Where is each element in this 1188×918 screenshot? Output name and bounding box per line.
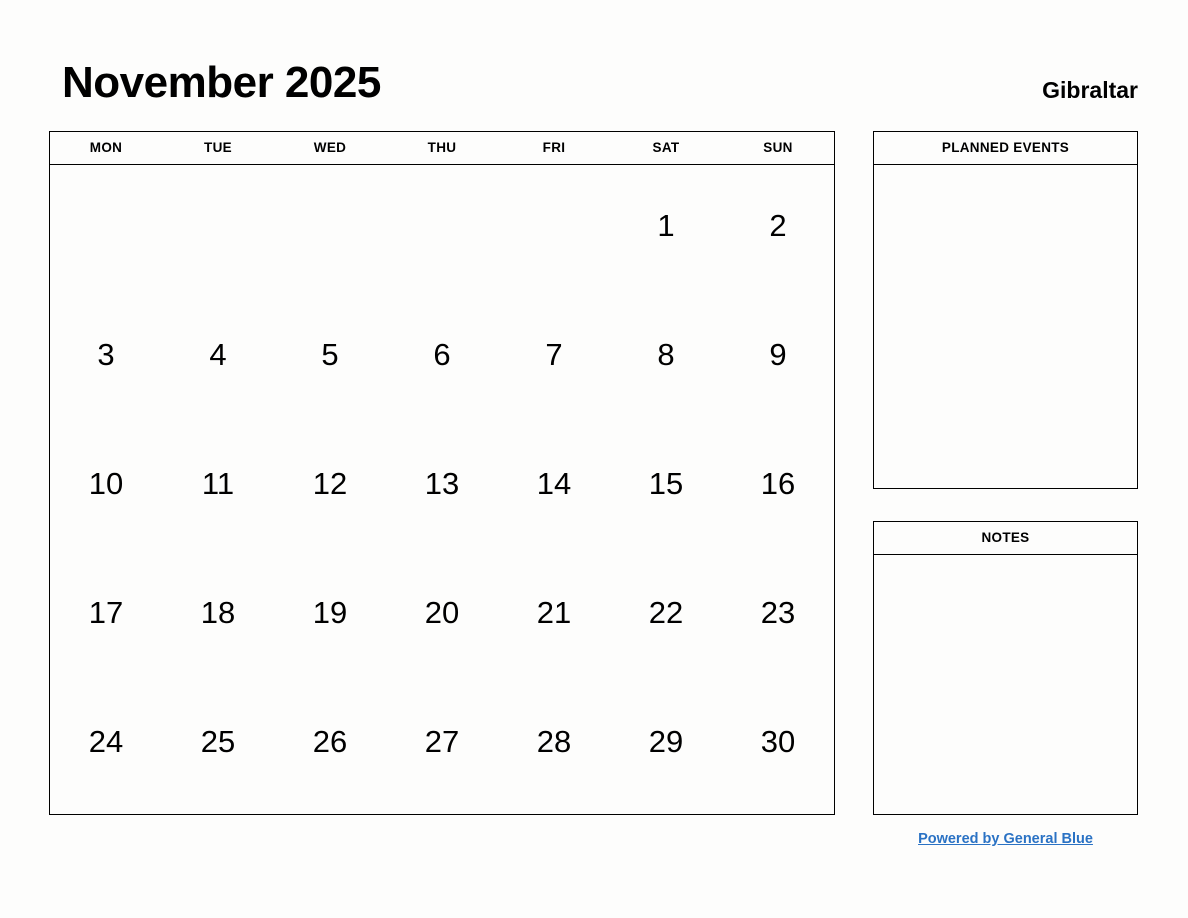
day-cell[interactable] xyxy=(162,165,274,294)
notes-title: NOTES xyxy=(874,522,1137,555)
day-cell[interactable]: 8 xyxy=(610,294,722,423)
day-number: 27 xyxy=(424,724,460,759)
day-number: 28 xyxy=(536,724,572,759)
calendar-week-row: 1 2 xyxy=(50,165,834,294)
day-cell[interactable]: 12 xyxy=(274,423,386,552)
page-title: November 2025 xyxy=(62,58,381,107)
day-number: 20 xyxy=(424,595,460,630)
powered-by-link[interactable]: Powered by General Blue xyxy=(918,831,1093,847)
day-number: 25 xyxy=(200,724,236,759)
day-number: 10 xyxy=(88,466,124,501)
day-number: 3 xyxy=(97,337,115,372)
weekday-header-tue: TUE xyxy=(204,140,232,155)
weekday-header-row: MON TUE WED THU FRI SAT SUN xyxy=(50,132,834,165)
calendar-week-row: 17 18 19 20 21 22 23 xyxy=(50,552,834,681)
day-number: 6 xyxy=(433,337,451,372)
weekday-header-sun: SUN xyxy=(763,140,793,155)
day-number: 1 xyxy=(657,208,675,243)
planned-events-title: PLANNED EVENTS xyxy=(874,132,1137,165)
day-cell[interactable] xyxy=(498,165,610,294)
notes-panel: NOTES xyxy=(873,521,1138,815)
day-cell[interactable]: 21 xyxy=(498,552,610,681)
day-number: 4 xyxy=(209,337,227,372)
day-number: 26 xyxy=(312,724,348,759)
planned-events-body[interactable] xyxy=(874,165,1137,488)
planned-events-panel: PLANNED EVENTS xyxy=(873,131,1138,489)
day-cell[interactable]: 10 xyxy=(50,423,162,552)
day-number: 2 xyxy=(769,208,787,243)
day-cell[interactable]: 3 xyxy=(50,294,162,423)
day-cell[interactable]: 14 xyxy=(498,423,610,552)
day-number: 9 xyxy=(769,337,787,372)
day-cell[interactable]: 27 xyxy=(386,681,498,810)
day-cell[interactable]: 6 xyxy=(386,294,498,423)
day-cell[interactable]: 17 xyxy=(50,552,162,681)
day-cell[interactable]: 19 xyxy=(274,552,386,681)
calendar-week-row: 10 11 12 13 14 15 16 xyxy=(50,423,834,552)
calendar-week-row: 24 25 26 27 28 29 30 xyxy=(50,681,834,810)
day-cell[interactable] xyxy=(274,165,386,294)
region-label: Gibraltar xyxy=(1042,77,1138,103)
day-number: 23 xyxy=(760,595,796,630)
day-number: 12 xyxy=(312,466,348,501)
day-cell[interactable]: 23 xyxy=(722,552,834,681)
weekday-header-mon: MON xyxy=(89,140,123,155)
day-cell[interactable]: 5 xyxy=(274,294,386,423)
day-cell[interactable] xyxy=(50,165,162,294)
day-number: 29 xyxy=(648,724,684,759)
weekday-header-thu: THU xyxy=(427,140,457,155)
day-cell[interactable]: 28 xyxy=(498,681,610,810)
day-number: 7 xyxy=(545,337,563,372)
day-cell[interactable] xyxy=(386,165,498,294)
weekday-header-wed: WED xyxy=(313,140,347,155)
day-cell[interactable]: 26 xyxy=(274,681,386,810)
day-cell[interactable]: 2 xyxy=(722,165,834,294)
day-cell[interactable]: 20 xyxy=(386,552,498,681)
day-cell[interactable]: 7 xyxy=(498,294,610,423)
day-number: 21 xyxy=(536,595,572,630)
calendar-week-row: 3 4 5 6 7 8 9 xyxy=(50,294,834,423)
day-number: 8 xyxy=(657,337,675,372)
day-cell[interactable]: 29 xyxy=(610,681,722,810)
day-cell[interactable]: 16 xyxy=(722,423,834,552)
day-number: 5 xyxy=(321,337,339,372)
day-cell[interactable]: 11 xyxy=(162,423,274,552)
day-number: 16 xyxy=(760,466,796,501)
day-cell[interactable]: 9 xyxy=(722,294,834,423)
day-cell[interactable]: 1 xyxy=(610,165,722,294)
calendar-weeks: 1 2 3 4 5 6 7 8 9 10 11 12 13 14 15 16 1… xyxy=(50,165,834,810)
day-cell[interactable]: 24 xyxy=(50,681,162,810)
notes-body[interactable] xyxy=(874,555,1137,814)
day-cell[interactable]: 18 xyxy=(162,552,274,681)
day-number: 18 xyxy=(200,595,236,630)
calendar-grid: MON TUE WED THU FRI SAT SUN 1 2 3 4 5 6 … xyxy=(49,131,835,815)
day-number: 30 xyxy=(760,724,796,759)
weekday-header-fri: FRI xyxy=(542,140,566,155)
day-number: 22 xyxy=(648,595,684,630)
day-number: 14 xyxy=(536,466,572,501)
footer: Powered by General Blue xyxy=(873,830,1138,848)
day-number: 11 xyxy=(201,466,235,501)
day-number: 15 xyxy=(648,466,684,501)
day-cell[interactable]: 25 xyxy=(162,681,274,810)
day-cell[interactable]: 13 xyxy=(386,423,498,552)
day-number: 17 xyxy=(88,595,124,630)
day-number: 13 xyxy=(424,466,460,501)
day-cell[interactable]: 30 xyxy=(722,681,834,810)
page-header: November 2025 Gibraltar xyxy=(0,0,1188,131)
day-cell[interactable]: 22 xyxy=(610,552,722,681)
day-number: 19 xyxy=(312,595,348,630)
day-cell[interactable]: 4 xyxy=(162,294,274,423)
day-number: 24 xyxy=(88,724,124,759)
day-cell[interactable]: 15 xyxy=(610,423,722,552)
weekday-header-sat: SAT xyxy=(652,140,680,155)
